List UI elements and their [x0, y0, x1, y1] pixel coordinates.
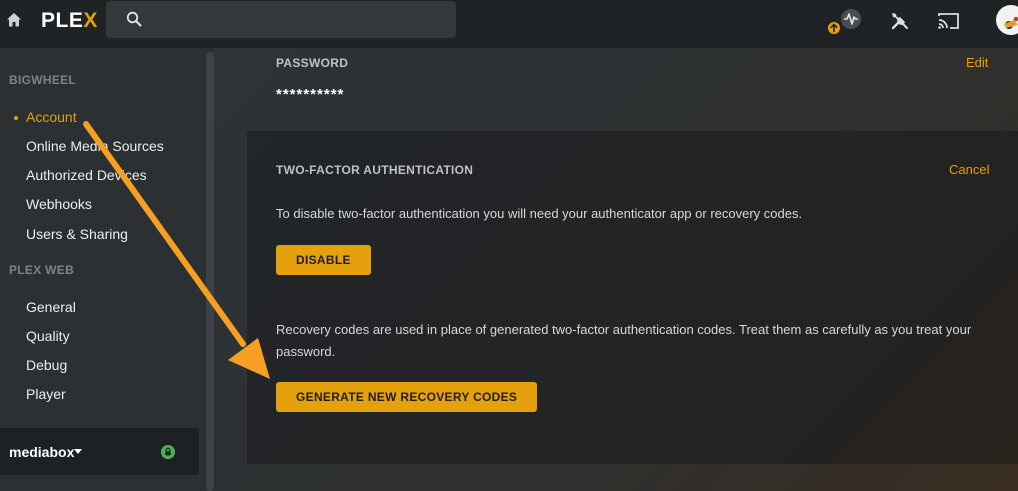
- search-input[interactable]: [106, 1, 456, 38]
- sidebar-item-debug[interactable]: Debug: [26, 357, 67, 373]
- sidebar-item-users-sharing[interactable]: Users & Sharing: [26, 226, 128, 242]
- caret-down-icon: [74, 449, 82, 454]
- top-bar: PLEX: [0, 0, 1018, 48]
- avatar[interactable]: [996, 5, 1018, 35]
- sidebar-heading-bigwheel: BIGWHEEL: [9, 73, 77, 87]
- plex-logo[interactable]: PLEX: [41, 9, 98, 33]
- sidebar-item-player[interactable]: Player: [26, 386, 66, 402]
- activity-icon: [828, 9, 861, 34]
- two-factor-heading: TWO-FACTOR AUTHENTICATION: [276, 163, 474, 177]
- cast-icon[interactable]: [937, 12, 960, 30]
- activity-button[interactable]: [826, 8, 864, 40]
- cancel-link[interactable]: Cancel: [949, 162, 989, 177]
- sidebar-item-online-media-sources[interactable]: Online Media Sources: [26, 138, 164, 154]
- server-name[interactable]: mediabox: [9, 444, 74, 460]
- password-value: **********: [276, 86, 345, 103]
- two-factor-panel: TWO-FACTOR AUTHENTICATION Cancel To disa…: [247, 130, 1018, 464]
- server-selector[interactable]: mediabox: [0, 428, 199, 475]
- edit-password-link[interactable]: Edit: [966, 55, 988, 70]
- logo-text: PLE: [41, 9, 84, 32]
- main-content: PASSWORD Edit ********** TWO-FACTOR AUTH…: [214, 48, 1018, 491]
- generate-recovery-codes-button[interactable]: GENERATE NEW RECOVERY CODES: [276, 382, 538, 412]
- sidebar-heading-plex-web: PLEX WEB: [9, 263, 75, 277]
- sidebar-item-general[interactable]: General: [26, 299, 76, 315]
- sidebar-item-account[interactable]: Account: [26, 109, 77, 125]
- recovery-description-line2: password.: [276, 344, 336, 359]
- recovery-description-line1: Recovery codes are used in place of gene…: [276, 322, 972, 337]
- sidebar-item-quality[interactable]: Quality: [26, 328, 70, 344]
- password-label: PASSWORD: [276, 56, 349, 70]
- avatar-image: [1004, 16, 1018, 29]
- home-icon[interactable]: [5, 11, 23, 29]
- sidebar-item-webhooks[interactable]: Webhooks: [26, 196, 92, 212]
- active-indicator: [14, 116, 18, 120]
- tools-icon[interactable]: [889, 10, 911, 32]
- sidebar-item-authorized-devices[interactable]: Authorized Devices: [26, 167, 147, 183]
- logo-accent: X: [83, 9, 98, 32]
- sidebar-scrollbar[interactable]: [206, 52, 214, 491]
- lock-icon: [161, 445, 175, 459]
- disable-button[interactable]: DISABLE: [276, 245, 371, 275]
- search-icon: [126, 11, 142, 27]
- disable-description: To disable two-factor authentication you…: [276, 206, 803, 221]
